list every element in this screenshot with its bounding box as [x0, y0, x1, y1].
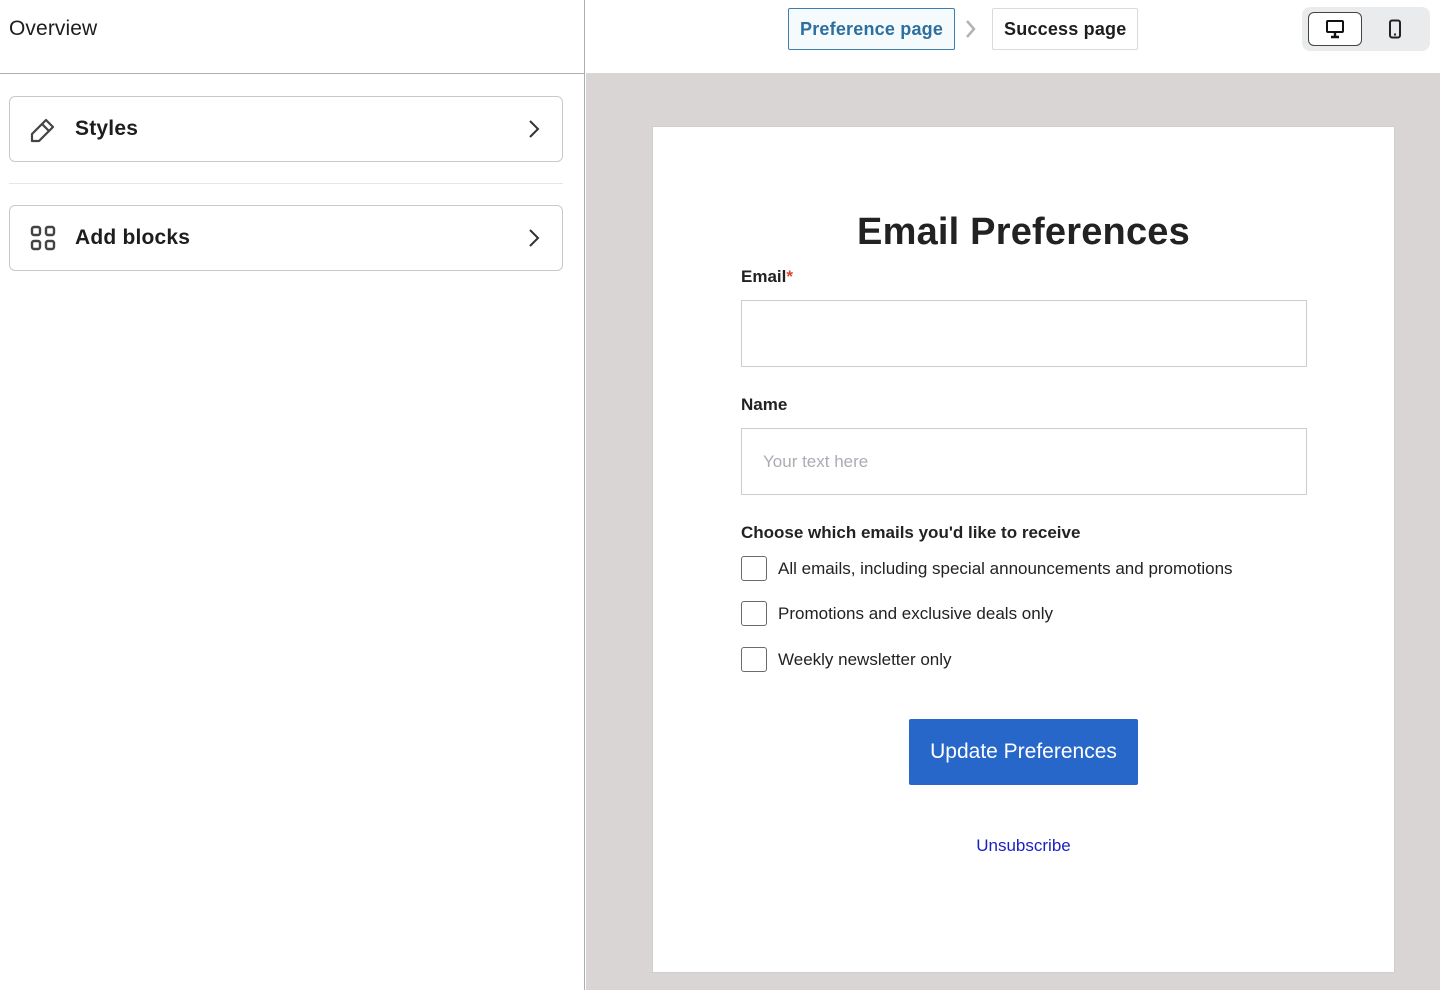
desktop-view-button[interactable] [1308, 12, 1362, 46]
email-label-text: Email [741, 267, 787, 286]
sidebar-divider [9, 183, 563, 184]
chevron-right-icon [529, 120, 540, 138]
update-preferences-button[interactable]: Update Preferences [909, 719, 1138, 785]
email-input[interactable] [741, 300, 1307, 367]
required-marker: * [786, 267, 793, 286]
grid-icon [28, 223, 58, 253]
device-toggle [1302, 7, 1430, 51]
topbar: Preference page Success page [586, 0, 1440, 73]
tab-success-page[interactable]: Success page [992, 8, 1139, 50]
form-title: Email Preferences [857, 211, 1190, 253]
chevron-right-icon [529, 229, 540, 247]
email-choices-heading: Choose which emails you'd like to receiv… [741, 523, 1081, 542]
styles-panel-button[interactable]: Styles [9, 96, 563, 162]
add-blocks-panel-button[interactable]: Add blocks [9, 205, 563, 271]
preview-canvas: Email Preferences Email* Name Choose whi… [586, 73, 1440, 990]
name-input[interactable] [741, 428, 1307, 495]
checkbox-label: All emails, including special announceme… [778, 558, 1233, 578]
preference-form-page: Email Preferences Email* Name Choose whi… [652, 126, 1395, 973]
sidebar-title: Overview [9, 16, 98, 40]
mobile-view-button[interactable] [1368, 12, 1422, 46]
checkbox[interactable] [741, 601, 767, 626]
email-label: Email* [741, 267, 793, 287]
sidebar: Overview Styles Add blocks [0, 0, 585, 990]
styles-label: Styles [75, 117, 139, 140]
checkbox-label: Weekly newsletter only [778, 649, 952, 669]
pencil-icon [28, 114, 58, 144]
unsubscribe-link[interactable]: Unsubscribe [653, 836, 1394, 856]
desktop-icon [1326, 20, 1344, 39]
sidebar-header: Overview [0, 0, 584, 74]
name-label: Name [741, 395, 788, 414]
mobile-icon [1389, 19, 1401, 39]
choice-weekly-newsletter[interactable]: Weekly newsletter only [741, 647, 952, 672]
choice-all-emails[interactable]: All emails, including special announceme… [741, 556, 1233, 581]
checkbox[interactable] [741, 647, 767, 672]
chevron-right-icon [966, 20, 976, 38]
choice-promotions[interactable]: Promotions and exclusive deals only [741, 601, 1053, 626]
add-blocks-label: Add blocks [75, 226, 191, 249]
checkbox-label: Promotions and exclusive deals only [778, 603, 1053, 623]
checkbox[interactable] [741, 556, 767, 581]
tab-preference-page[interactable]: Preference page [788, 8, 956, 50]
